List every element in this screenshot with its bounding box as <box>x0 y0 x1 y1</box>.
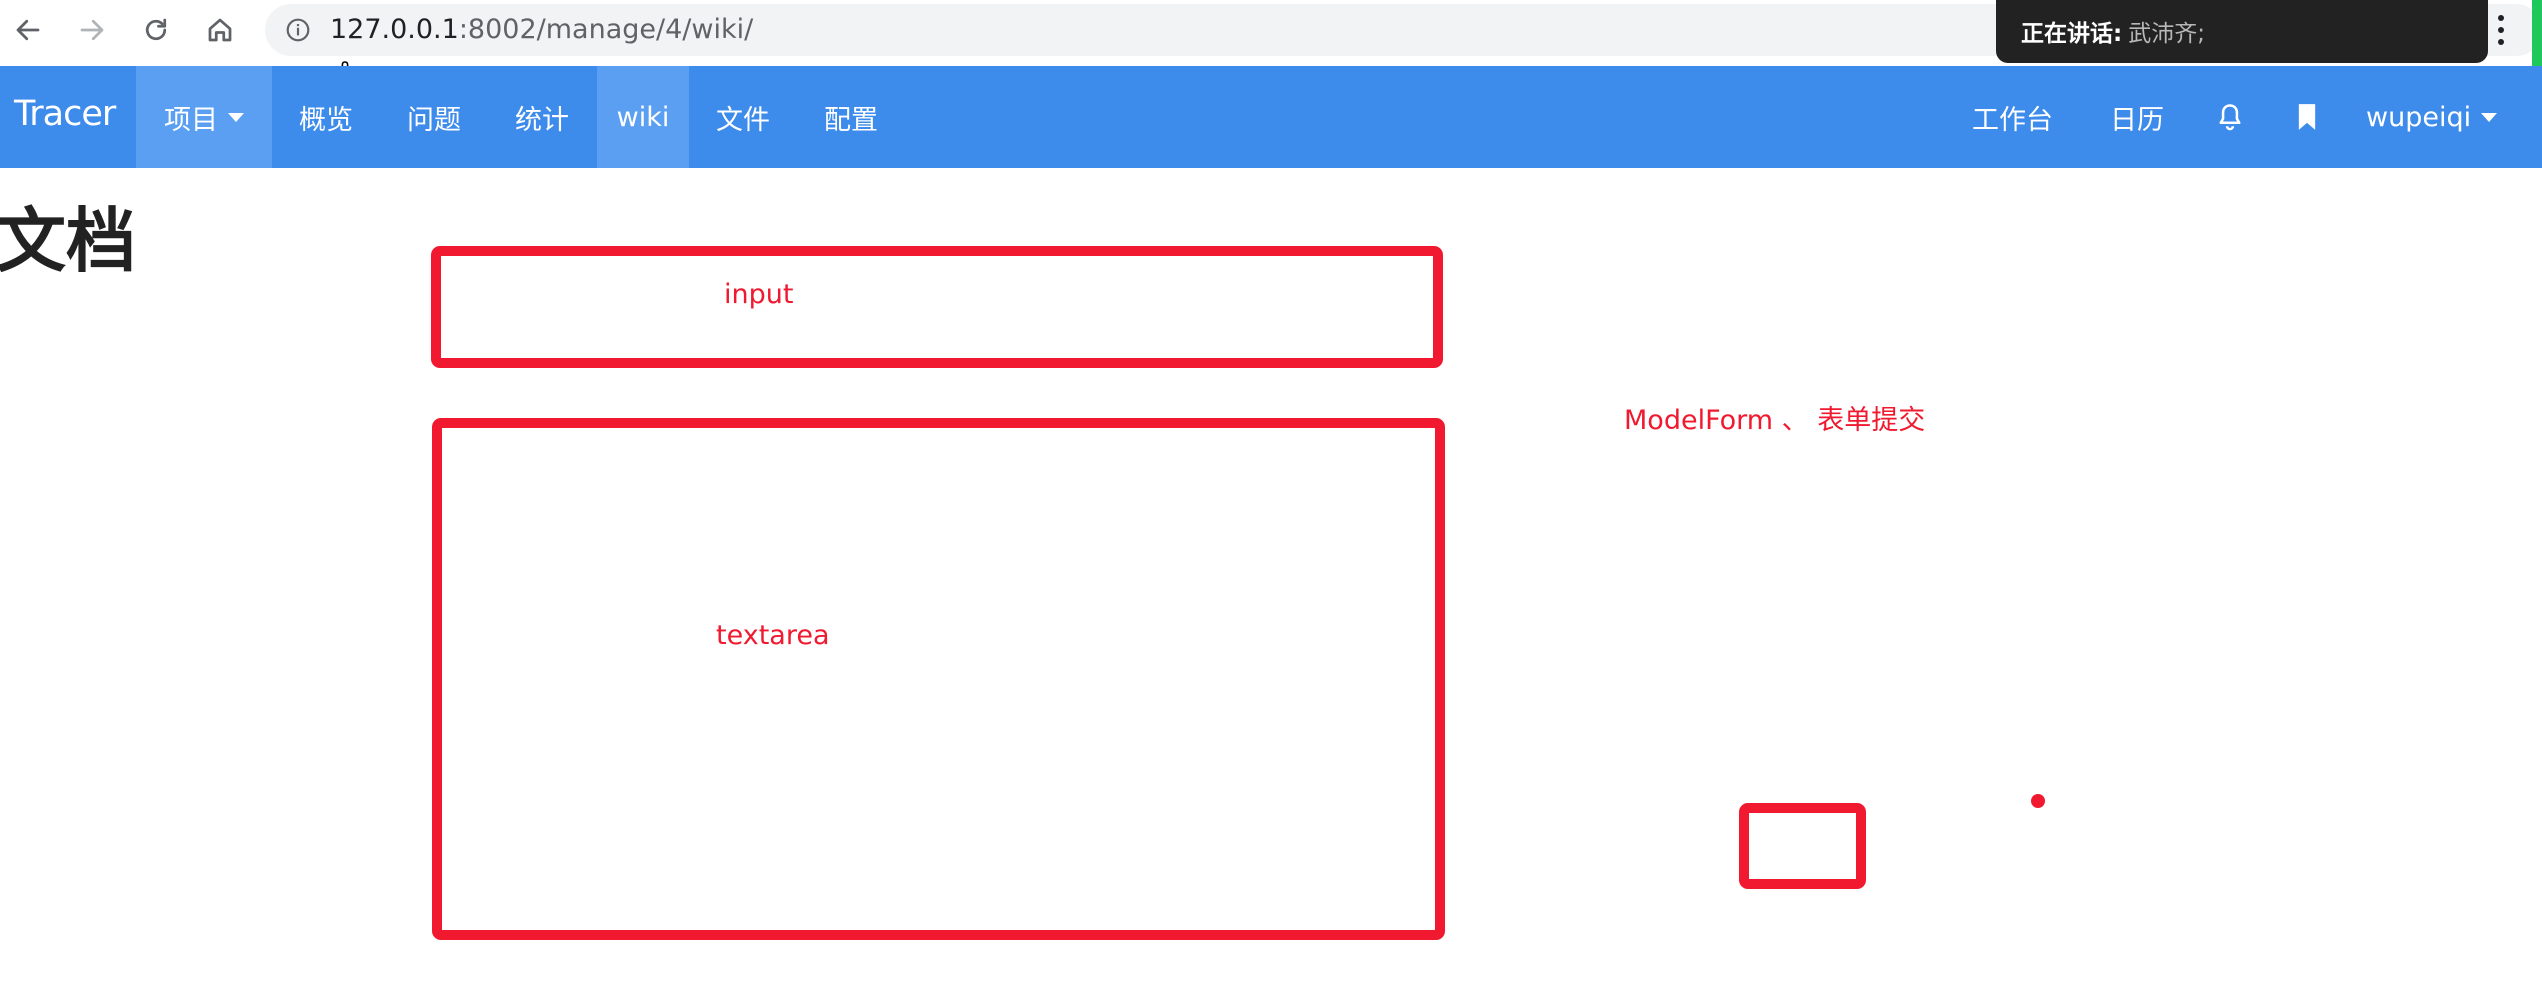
forward-button[interactable] <box>70 8 114 52</box>
notifications-button[interactable] <box>2216 66 2244 168</box>
nav-item-label: 问题 <box>407 104 461 136</box>
nav-item-files[interactable]: 文件 <box>689 66 797 168</box>
input-annotation-box <box>431 246 1443 368</box>
nav-item-label: 工作台 <box>1972 104 2053 136</box>
nav-item-label: 统计 <box>515 104 569 136</box>
speaking-notification: 正在讲话: 武沛齐; <box>1996 0 2488 63</box>
app-navbar: Tracer 项目 概览 问题 统计 wiki 文件 配置 工作台 日历 wup… <box>0 66 2542 168</box>
annotation-dot <box>2031 794 2045 808</box>
bell-icon <box>2219 104 2241 131</box>
home-icon <box>208 18 232 42</box>
forward-icon <box>80 19 104 41</box>
nav-item-projects[interactable]: 项目 <box>136 66 272 168</box>
submit-annotation-box <box>1739 803 1866 889</box>
bookmark-icon <box>2298 104 2316 130</box>
nav-item-statistics[interactable]: 统计 <box>488 66 596 168</box>
user-menu[interactable]: wupeiqi <box>2366 66 2498 168</box>
nav-item-overview[interactable]: 概览 <box>272 66 380 168</box>
nav-item-label: 日历 <box>2110 104 2164 136</box>
chevron-down-icon <box>228 112 244 122</box>
nav-item-label: wiki <box>616 101 670 133</box>
info-icon[interactable] <box>285 17 311 43</box>
nav-item-workbench[interactable]: 工作台 <box>1972 66 2053 168</box>
input-annotation-label: input <box>724 279 794 310</box>
nav-item-wiki[interactable]: wiki <box>597 66 689 168</box>
nav-item-calendar[interactable]: 日历 <box>2110 66 2164 168</box>
modelform-note: ModelForm 、 表单提交 <box>1624 405 1926 436</box>
reload-icon <box>145 18 167 41</box>
textarea-annotation-label: textarea <box>716 620 830 651</box>
bookmarks-button[interactable] <box>2296 66 2318 168</box>
page-title: 文档 <box>0 200 136 282</box>
nav-item-label: 项目 <box>164 104 218 136</box>
chevron-down-icon <box>2481 112 2498 122</box>
nav-item-label: 配置 <box>824 104 878 136</box>
speaking-label: 正在讲话: <box>2021 21 2123 47</box>
nav-item-issues[interactable]: 问题 <box>380 66 488 168</box>
textarea-annotation-box <box>432 418 1445 940</box>
url-text[interactable]: 127.0.0.1:8002/manage/4/wiki/ <box>330 14 753 45</box>
brand-logo[interactable]: Tracer <box>14 94 116 134</box>
nav-item-label: 文件 <box>716 104 770 136</box>
url-host: 127.0.0.1 <box>330 14 459 45</box>
home-button[interactable] <box>198 8 242 52</box>
nav-item-settings[interactable]: 配置 <box>797 66 905 168</box>
url-path: :8002/manage/4/wiki/ <box>458 14 754 45</box>
back-icon <box>16 19 40 41</box>
username: wupeiqi <box>2366 101 2472 133</box>
reload-button[interactable] <box>134 8 178 52</box>
menu-kebab-icon[interactable] <box>2494 12 2508 48</box>
back-button[interactable] <box>6 8 50 52</box>
speaking-user: 武沛齐; <box>2128 21 2205 47</box>
nav-item-label: 概览 <box>299 104 353 136</box>
